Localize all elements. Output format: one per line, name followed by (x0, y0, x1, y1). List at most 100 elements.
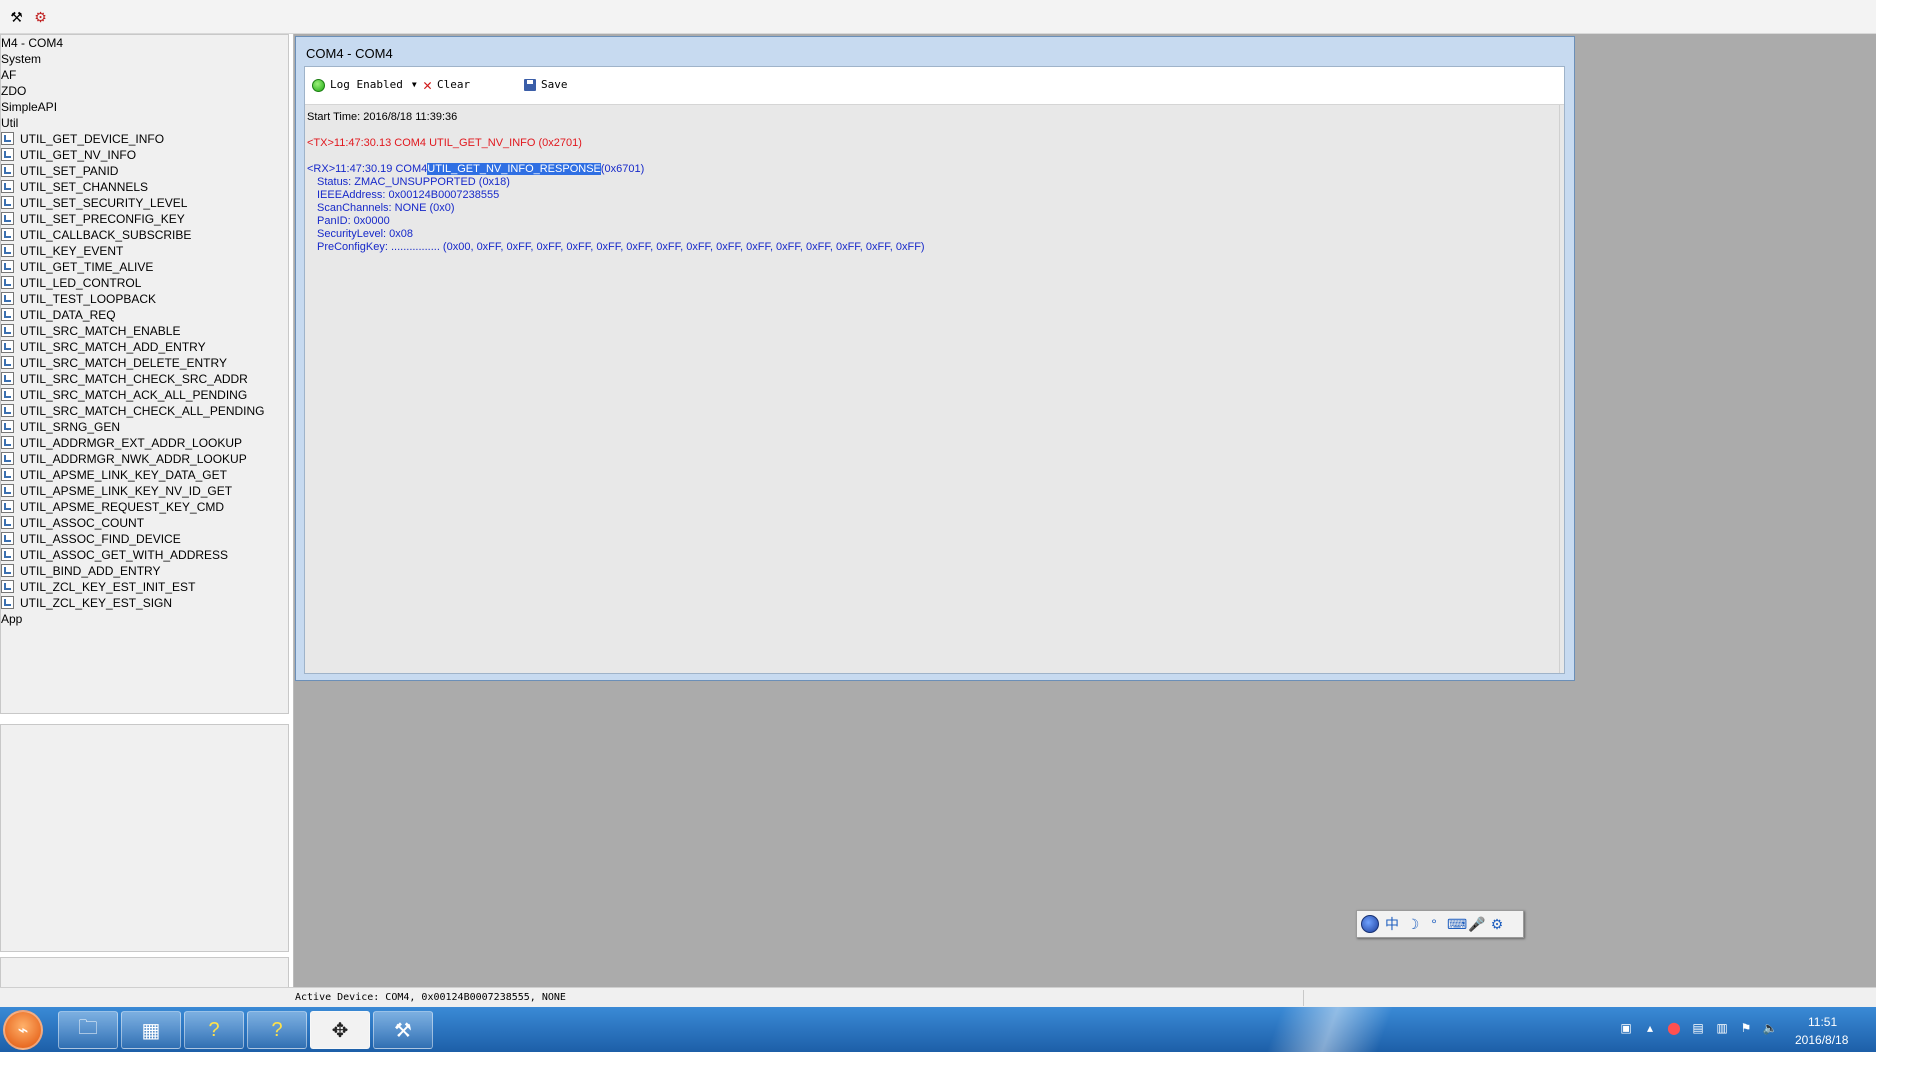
log-scrollbar[interactable] (1559, 105, 1564, 673)
tree-command-item[interactable]: UTIL_APSME_LINK_KEY_NV_ID_GET (1, 483, 232, 499)
tree-command-item[interactable]: UTIL_SET_PANID (1, 163, 118, 179)
command-icon (1, 340, 14, 353)
tree-command-item[interactable]: UTIL_GET_TIME_ALIVE (1, 259, 153, 275)
tree-group-simpleapi[interactable]: SimpleAPI (1, 99, 57, 115)
tree-command-label: UTIL_SRNG_GEN (20, 420, 121, 434)
search-settings-icon[interactable]: ⚙ (32, 9, 49, 26)
tree-group-zdo[interactable]: ZDO (1, 83, 26, 99)
ime-keyboard-icon[interactable]: ⌨ (1447, 916, 1467, 932)
tree-command-item[interactable]: UTIL_BIND_ADD_ENTRY (1, 563, 160, 579)
tree-command-item[interactable]: UTIL_ZCL_KEY_EST_INIT_EST (1, 579, 195, 595)
tree-command-item[interactable]: UTIL_ADDRMGR_NWK_ADDR_LOOKUP (1, 451, 247, 467)
tree-command-item[interactable]: UTIL_TEST_LOOPBACK (1, 291, 156, 307)
rx-selected-text[interactable]: UTIL_GET_NV_INFO_RESPONSE (427, 163, 601, 175)
tree-group-af[interactable]: AF (1, 67, 16, 83)
tree-command-item[interactable]: UTIL_SRC_MATCH_ACK_ALL_PENDING (1, 387, 247, 403)
tree-command-label: UTIL_KEY_EVENT (20, 244, 124, 258)
tree-command-item[interactable]: UTIL_SRC_MATCH_ADD_ENTRY (1, 339, 206, 355)
clock-date[interactable]: 2016/8/18 (1795, 1033, 1848, 1047)
status-green-icon (312, 78, 325, 92)
tree-command-item[interactable]: UTIL_SRNG_GEN (1, 419, 120, 435)
log-text-area[interactable]: Start Time: 2016/8/18 11:39:36 <TX>11:47… (305, 105, 1564, 673)
tree-command-label: UTIL_SRC_MATCH_DELETE_ENTRY (20, 356, 227, 370)
tree-command-item[interactable]: UTIL_ASSOC_COUNT (1, 515, 144, 531)
folder-icon[interactable]: 🗀 (58, 1011, 118, 1049)
tree-group-app[interactable]: App (1, 611, 22, 627)
tree-command-item[interactable]: UTIL_SRC_MATCH_ENABLE (1, 323, 181, 339)
ime-settings-icon[interactable]: ⚙ (1489, 916, 1505, 932)
clock-time[interactable]: 11:51 (1808, 1015, 1837, 1029)
ime-logo-icon[interactable] (1361, 915, 1379, 933)
command-icon (1, 596, 14, 609)
tree-command-item[interactable]: UTIL_SRC_MATCH_CHECK_SRC_ADDR (1, 371, 248, 387)
log-field-panid: PanID: 0x0000 (317, 215, 390, 227)
start-button[interactable]: ⌁ (3, 1010, 43, 1050)
help-icon[interactable]: ? (184, 1011, 244, 1049)
tree-command-item[interactable]: UTIL_GET_NV_INFO (1, 147, 136, 163)
tree-command-item[interactable]: UTIL_ZCL_KEY_EST_SIGN (1, 595, 172, 611)
log-enabled-toggle[interactable]: Log Enabled ▼ (312, 77, 417, 93)
tree-command-label: UTIL_ZCL_KEY_EST_INIT_EST (20, 580, 196, 594)
tray-expand-icon[interactable]: ▴ (1642, 1021, 1658, 1035)
tray-volume-icon[interactable]: 🔈 (1762, 1021, 1778, 1035)
command-icon (1, 372, 14, 385)
clear-label: Clear (437, 78, 471, 91)
tree-command-item[interactable]: UTIL_CALLBACK_SUBSCRIBE (1, 227, 191, 243)
clear-x-icon: ✕ (423, 76, 433, 94)
tree-command-label: UTIL_SET_PRECONFIG_KEY (20, 212, 185, 226)
tools-icon[interactable]: ⚒ (8, 9, 25, 26)
tools-app-icon[interactable]: ⚒ (373, 1011, 433, 1049)
tray-app2-icon[interactable]: ▥ (1714, 1021, 1730, 1035)
clear-button[interactable]: ✕ Clear (423, 77, 470, 93)
tree-command-label: UTIL_SET_CHANNELS (20, 180, 149, 194)
command-icon (1, 196, 14, 209)
save-disk-icon (524, 79, 536, 91)
properties-panel (0, 724, 289, 952)
command-icon (1, 148, 14, 161)
tree-command-item[interactable]: UTIL_KEY_EVENT (1, 243, 123, 259)
tray-security-icon[interactable]: ⬤ (1666, 1021, 1682, 1035)
ime-halfwidth-icon[interactable]: ☽ (1405, 916, 1421, 932)
tree-command-item[interactable]: UTIL_SET_PRECONFIG_KEY (1, 211, 185, 227)
command-icon (1, 500, 14, 513)
help-icon-2[interactable]: ? (247, 1011, 307, 1049)
tree-group-system[interactable]: System (1, 51, 41, 67)
windows-taskbar: ⌁ 🗀 ▦ ? ? ✥ ⚒ ▣ ▴ ⬤ ▤ ▥ ⚑ 🔈 11:51 2016/8… (0, 1007, 1876, 1052)
ime-chinese-mode-icon[interactable]: 中 (1384, 916, 1400, 932)
chevron-down-icon[interactable]: ▼ (412, 77, 417, 93)
tree-command-label: UTIL_SRC_MATCH_ACK_ALL_PENDING (20, 388, 248, 402)
tree-command-label: UTIL_SRC_MATCH_CHECK_ALL_PENDING (20, 404, 265, 418)
tree-command-item[interactable]: UTIL_ASSOC_FIND_DEVICE (1, 531, 181, 547)
ime-language-bar[interactable]: 中 ☽ ° ⌨ 🎤 ⚙ (1356, 910, 1524, 938)
tree-command-item[interactable]: UTIL_SET_CHANNELS (1, 179, 148, 195)
tree-command-item[interactable]: UTIL_SET_SECURITY_LEVEL (1, 195, 187, 211)
tree-command-item[interactable]: UTIL_GET_DEVICE_INFO (1, 131, 164, 147)
tray-flag-icon[interactable]: ⚑ (1738, 1021, 1754, 1035)
ti-app-icon[interactable]: ✥ (310, 1011, 370, 1049)
tree-command-item[interactable]: UTIL_ASSOC_GET_WITH_ADDRESS (1, 547, 228, 563)
tray-app-icon[interactable]: ▤ (1690, 1021, 1706, 1035)
window-client-area: Log Enabled ▼ ✕ Clear Save Start Time: 2… (304, 66, 1565, 674)
tray-network-icon[interactable]: ▣ (1618, 1021, 1634, 1035)
tree-command-item[interactable]: UTIL_SRC_MATCH_CHECK_ALL_PENDING (1, 403, 265, 419)
tree-command-item[interactable]: UTIL_LED_CONTROL (1, 275, 141, 291)
command-icon (1, 308, 14, 321)
tree-command-item[interactable]: UTIL_ADDRMGR_EXT_ADDR_LOOKUP (1, 435, 242, 451)
tree-command-label: UTIL_LED_CONTROL (20, 276, 142, 290)
tree-group-util[interactable]: Util (1, 115, 18, 131)
com4-log-window: COM4 - COM4 Log Enabled ▼ ✕ Clear Save S… (295, 36, 1575, 681)
ime-microphone-icon[interactable]: 🎤 (1468, 916, 1485, 932)
ime-punctuation-icon[interactable]: ° (1426, 916, 1442, 932)
tree-command-item[interactable]: UTIL_SRC_MATCH_DELETE_ENTRY (1, 355, 227, 371)
tree-root-device[interactable]: M4 - COM4 (1, 35, 63, 51)
save-button[interactable]: Save (524, 77, 568, 93)
log-field-securitylevel: SecurityLevel: 0x08 (317, 228, 413, 240)
command-icon (1, 388, 14, 401)
tree-command-item[interactable]: UTIL_APSME_REQUEST_KEY_CMD (1, 499, 224, 515)
calculator-icon[interactable]: ▦ (121, 1011, 181, 1049)
command-icon (1, 404, 14, 417)
tree-command-item[interactable]: UTIL_DATA_REQ (1, 307, 116, 323)
log-field-preconfigkey: PreConfigKey: ................ (0x00, 0x… (317, 241, 925, 253)
tree-command-label: UTIL_SRC_MATCH_ENABLE (20, 324, 181, 338)
tree-command-item[interactable]: UTIL_APSME_LINK_KEY_DATA_GET (1, 467, 227, 483)
